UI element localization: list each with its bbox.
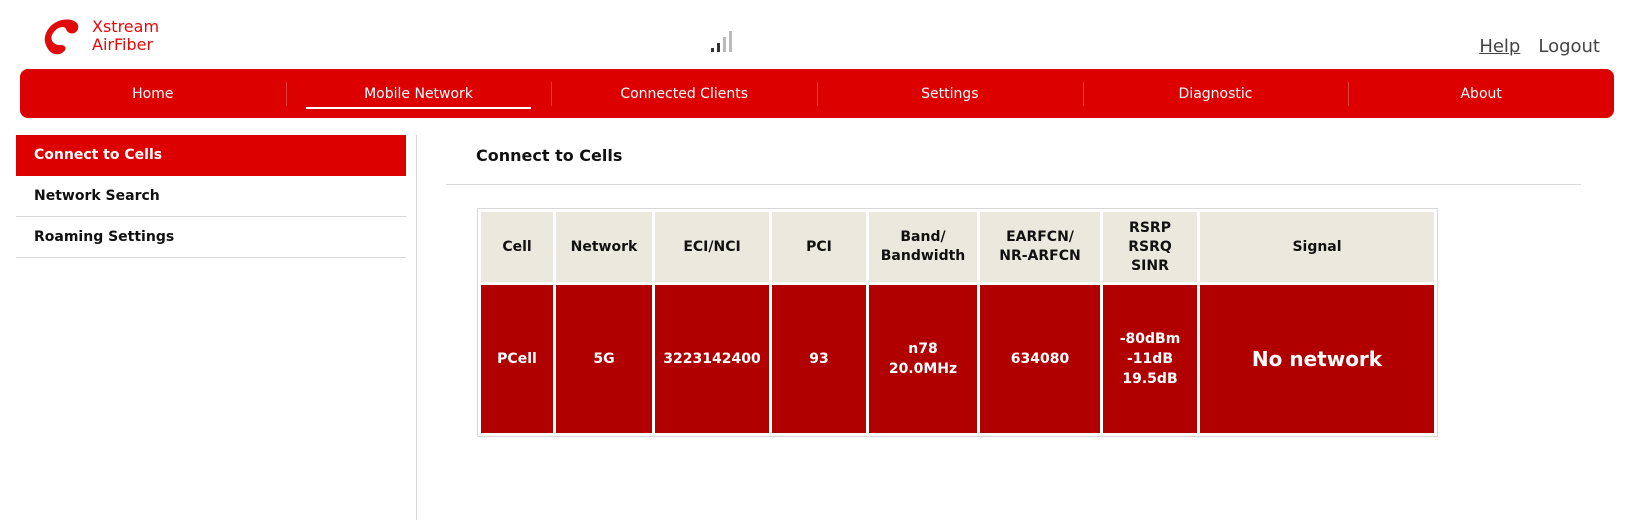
page-title: Connect to Cells (476, 146, 623, 165)
col-header-earfcn-line1: EARFCN/ (1006, 229, 1074, 245)
nav-about[interactable]: About (1348, 69, 1614, 118)
cell-value: PCell (481, 285, 553, 433)
main-nav: Home Mobile Network Connected Clients Se… (20, 69, 1614, 118)
col-header-rsrp: RSRP (1129, 219, 1171, 236)
nav-diagnostic[interactable]: Diagnostic (1082, 69, 1349, 118)
col-header-pci: PCI (772, 212, 866, 282)
col-header-eci: ECI/NCI (655, 212, 769, 282)
table-header-row: Cell Network ECI/NCI PCI Band/ Bandwidth… (481, 212, 1434, 282)
sidebar-divider (416, 135, 417, 520)
col-header-rsrq: RSRQ (1128, 238, 1172, 255)
col-header-rsrp-rsrq-sinr: RSRP RSRQ SINR (1103, 212, 1197, 282)
title-divider (446, 184, 1581, 185)
col-header-cell: Cell (481, 212, 553, 282)
sidebar-item-network-search[interactable]: Network Search (16, 176, 406, 217)
brand-line-2: AirFiber (92, 35, 154, 54)
airtel-logo-icon (44, 19, 79, 55)
signal-metrics-value: -80dBm -11dB 19.5dB (1103, 285, 1197, 433)
header-links: Help Logout (1479, 36, 1600, 57)
sidebar: Connect to Cells Network Search Roaming … (16, 135, 406, 258)
rsrq-value: -11dB (1127, 351, 1173, 367)
table-row: PCell 5G 3223142400 93 n78 20.0MHz 63408… (481, 285, 1434, 433)
help-link[interactable]: Help (1479, 36, 1520, 57)
eci-value: 3223142400 (655, 285, 769, 433)
network-value: 5G (556, 285, 652, 433)
pci-value: 93 (772, 285, 866, 433)
col-header-band-line2: Bandwidth (880, 248, 966, 264)
sidebar-item-connect-to-cells[interactable]: Connect to Cells (16, 135, 406, 176)
sinr-value: 19.5dB (1122, 371, 1178, 387)
signal-strength-icon (711, 30, 735, 52)
earfcn-value: 634080 (980, 285, 1100, 433)
bandwidth-value: 20.0MHz (888, 361, 958, 377)
col-header-network: Network (556, 212, 652, 282)
nav-settings[interactable]: Settings (817, 69, 1083, 118)
band-value: n78 20.0MHz (869, 285, 977, 433)
brand-logo: Xstream AirFiber (40, 14, 180, 58)
cells-table: Cell Network ECI/NCI PCI Band/ Bandwidth… (477, 208, 1438, 437)
nav-connected-clients[interactable]: Connected Clients (551, 69, 817, 118)
band-name: n78 (908, 341, 938, 357)
col-header-signal: Signal (1200, 212, 1434, 282)
signal-status-value: No network (1200, 285, 1434, 433)
logout-link[interactable]: Logout (1538, 36, 1600, 57)
col-header-band-line1: Band/ (900, 229, 946, 245)
col-header-earfcn-line2: NR-ARFCN (999, 248, 1081, 264)
sidebar-item-roaming-settings[interactable]: Roaming Settings (16, 217, 406, 258)
col-header-band: Band/ Bandwidth (869, 212, 977, 282)
brand-line-1: Xstream (92, 17, 160, 36)
rsrp-value: -80dBm (1119, 331, 1181, 347)
nav-home[interactable]: Home (20, 69, 286, 118)
brand-name: Xstream AirFiber (92, 18, 159, 54)
col-header-sinr: SINR (1131, 257, 1169, 274)
col-header-earfcn: EARFCN/ NR-ARFCN (980, 212, 1100, 282)
nav-mobile-network[interactable]: Mobile Network (285, 69, 552, 118)
